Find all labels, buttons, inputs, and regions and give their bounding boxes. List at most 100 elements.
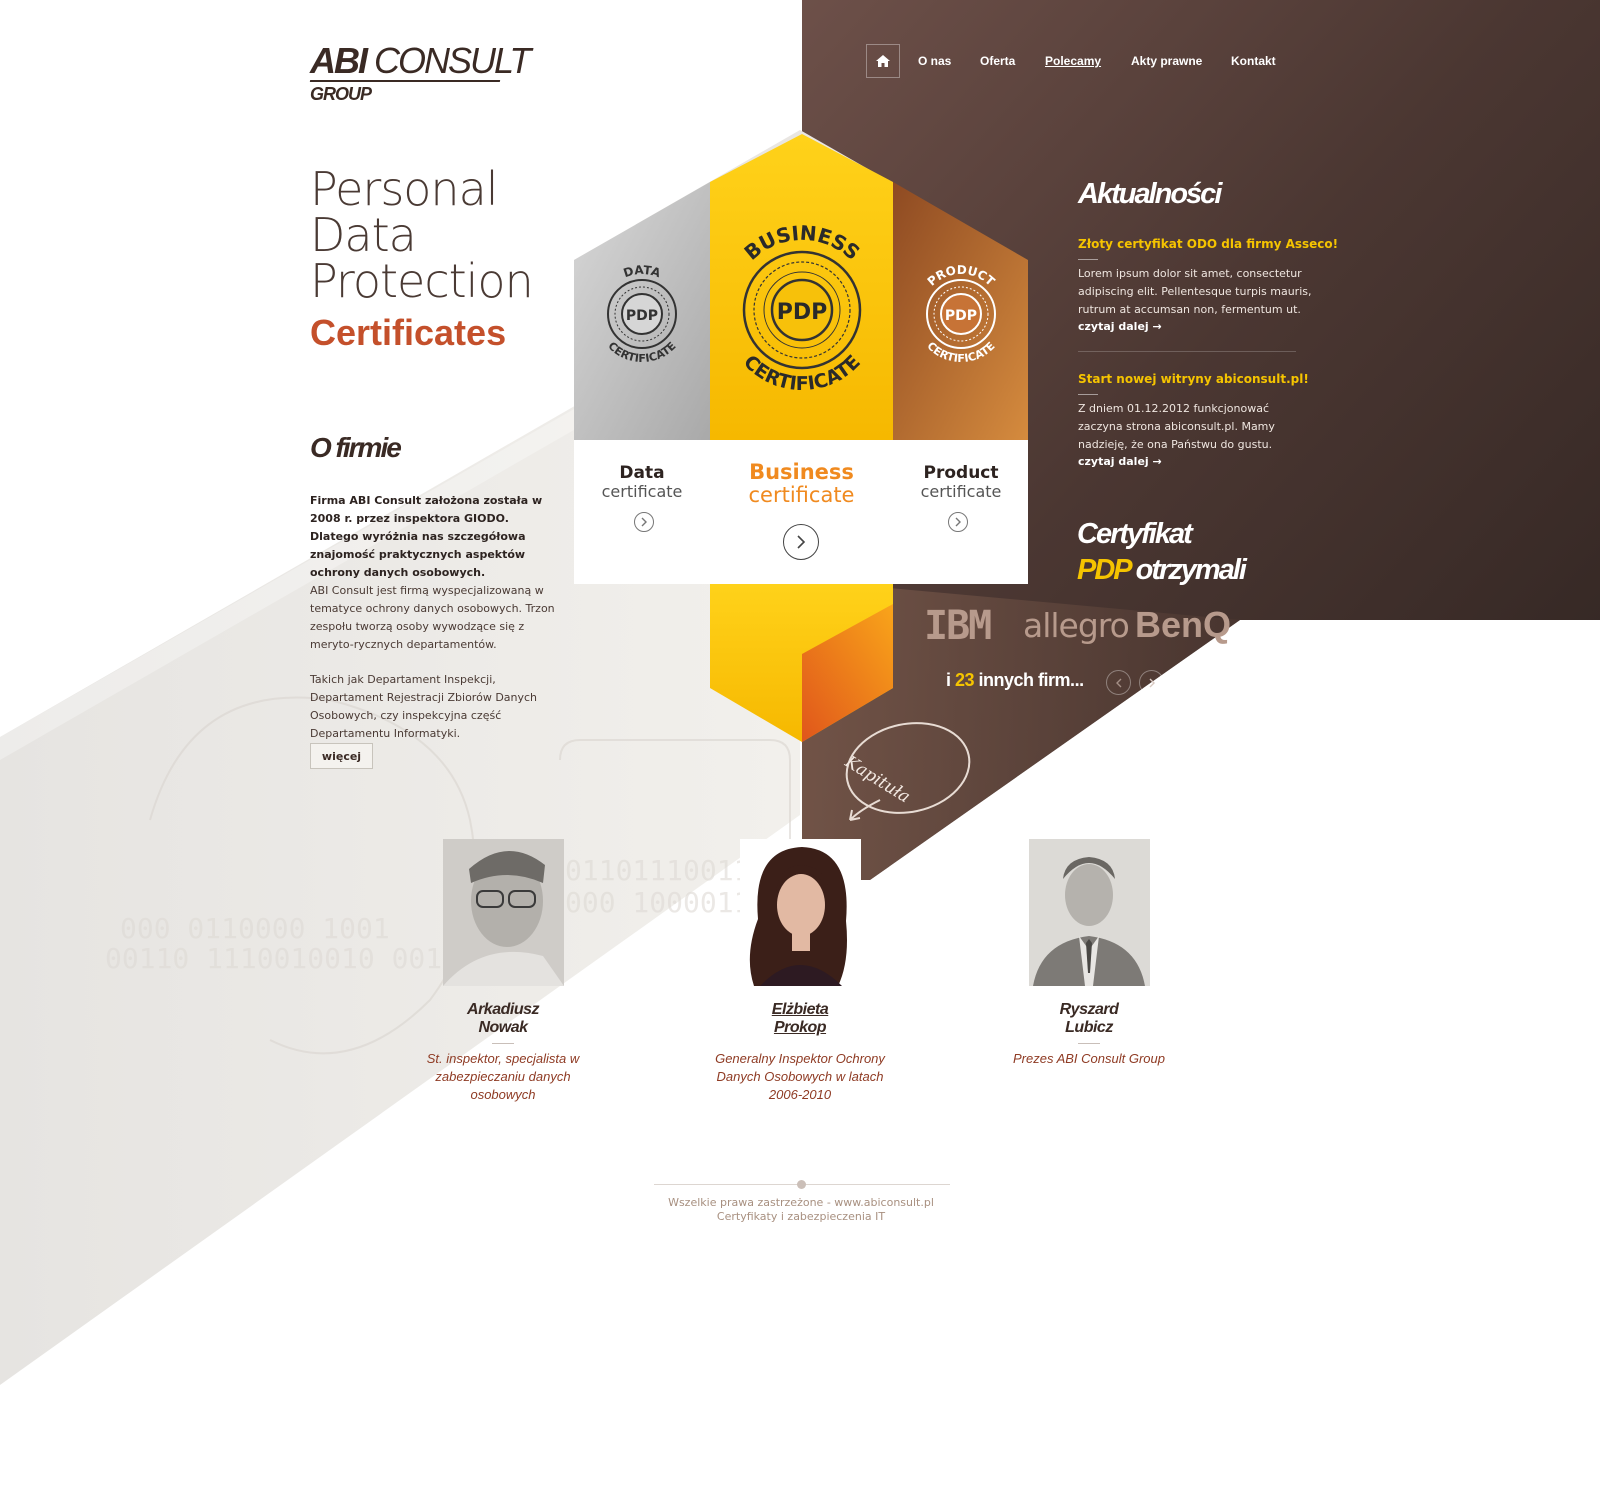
news-item-2-title[interactable]: Start nowej witryny abiconsult.pl! xyxy=(1078,372,1309,386)
person-last-name: Lubicz xyxy=(1065,1019,1113,1036)
news-item-1-title[interactable]: Złoty certyfikat ODO dla firmy Asseco! xyxy=(1078,237,1338,251)
product-seal-icon: PRODUCT PDP CERTIFICATE xyxy=(924,263,998,365)
person-first-name: Arkadiusz xyxy=(467,1001,539,1018)
card-business-sub: certificate xyxy=(748,483,855,507)
portrait-image xyxy=(740,839,861,986)
more-firms-prefix: i xyxy=(946,670,956,690)
business-seal-mid: PDP xyxy=(777,300,828,325)
card-product-arrow-button[interactable] xyxy=(948,512,968,532)
logo-subtitle: GROUP xyxy=(310,84,372,104)
business-seal-top: BUSINESS xyxy=(739,221,864,265)
news-item-2-body: Z dniem 01.12.2012 funkcjonować zaczyna … xyxy=(1078,402,1275,451)
news-item-1-body: Lorem ipsum dolor sit amet, consectetur … xyxy=(1078,267,1312,316)
card-business[interactable]: Business certificate xyxy=(710,460,893,506)
portrait-image xyxy=(1029,839,1150,986)
svg-text:CERTIFICATE: CERTIFICATE xyxy=(605,339,678,365)
logo-bold: ABI xyxy=(310,40,368,81)
hero-title: Personal Data Protection xyxy=(310,162,534,308)
hero-line-3: Protection xyxy=(310,254,534,308)
card-data-arrow-button[interactable] xyxy=(634,512,654,532)
card-product-sub: certificate xyxy=(920,482,1002,501)
svg-text:01101110011: 01101110011 xyxy=(565,854,750,887)
card-data-name: Data xyxy=(619,463,665,483)
certified-accent: PDP xyxy=(1077,554,1132,586)
person-name-elzbieta[interactable]: Elżbieta Prokop xyxy=(700,1001,900,1037)
card-data[interactable]: Data certificate xyxy=(574,463,710,501)
more-firms-suffix: innych firm... xyxy=(974,670,1085,690)
person-name-ryszard: Ryszard Lubicz xyxy=(989,1001,1189,1037)
logo-underline xyxy=(309,80,501,82)
certified-heading-line-1: Certyfikat xyxy=(1077,518,1193,550)
chevron-right-icon xyxy=(1149,678,1155,687)
person-photo-ryszard[interactable] xyxy=(1029,839,1150,986)
product-seal-mid: PDP xyxy=(945,308,977,324)
svg-text:BUSINESS: BUSINESS xyxy=(739,221,864,265)
client-logo-benq[interactable]: BenQ xyxy=(1135,604,1231,646)
about-paragraph-2: ABI Consult jest firmą wyspecjalizowaną … xyxy=(310,584,555,651)
nav-item-kontakt[interactable]: Kontakt xyxy=(1231,54,1276,68)
more-firms-count: 23 xyxy=(955,670,975,690)
data-seal-top: DATA xyxy=(622,263,663,281)
person-last-name: Nowak xyxy=(478,1019,528,1036)
client-logo-allegro[interactable]: allegro xyxy=(1023,606,1130,645)
hero-accent: Certificates xyxy=(310,312,507,353)
client-logo-ibm[interactable]: IBM xyxy=(924,603,992,649)
person-first-name: Elżbieta xyxy=(771,1001,829,1018)
news-item-1-divider xyxy=(1078,259,1098,260)
news-item-2-divider xyxy=(1078,394,1098,395)
clients-prev-button[interactable] xyxy=(1106,670,1131,695)
data-seal-bottom: CERTIFICATE xyxy=(605,339,678,365)
person-photo-elzbieta[interactable] xyxy=(740,839,861,986)
data-seal-mid: PDP xyxy=(626,308,658,324)
person-photo-arkadiusz[interactable] xyxy=(443,839,564,986)
news-separator xyxy=(1078,351,1296,352)
nav-item-o-nas[interactable]: O nas xyxy=(918,54,951,68)
person-role-arkadiusz: St. inspektor, specjalista w zabezpiecza… xyxy=(426,1051,580,1102)
portrait-image xyxy=(443,839,564,986)
svg-text:PRODUCT: PRODUCT xyxy=(925,263,998,289)
chevron-right-icon xyxy=(955,517,961,527)
nav-item-oferta[interactable]: Oferta xyxy=(980,54,1015,68)
clients-next-button[interactable] xyxy=(1139,670,1164,695)
business-seal-icon: BUSINESS PDP CERTIFICATE xyxy=(739,221,865,395)
card-business-name: Business xyxy=(749,460,854,484)
about-paragraph-3: Takich jak Departament Inspekcji, Depart… xyxy=(310,673,538,740)
more-firms-text: i 23 innych firm... xyxy=(946,670,1084,691)
news-heading: Aktualności xyxy=(1078,178,1222,210)
home-button[interactable] xyxy=(866,44,900,78)
about-paragraph-1: Firma ABI Consult założona została w 200… xyxy=(310,494,543,579)
card-product[interactable]: Product certificate xyxy=(893,463,1029,501)
person-name-arkadiusz: Arkadiusz Nowak xyxy=(403,1001,603,1037)
about-heading: O firmie xyxy=(310,432,402,463)
more-button[interactable]: więcej xyxy=(310,743,373,769)
hero-line-2: Data xyxy=(310,208,417,262)
footer-copyright: Wszelkie prawa zastrzeżone - www.abicons… xyxy=(668,1196,934,1209)
person-role-elzbieta: Generalny Inspektor Ochrony Danych Osobo… xyxy=(715,1051,885,1102)
person-divider xyxy=(1078,1043,1100,1044)
logo-wordmark[interactable]: ABI CONSULT xyxy=(310,40,531,82)
svg-text:000 0110000 1001: 000 0110000 1001 xyxy=(120,912,390,945)
news-item-2-read-more[interactable]: czytaj dalej → xyxy=(1078,455,1162,468)
news-item-1-read-more[interactable]: czytaj dalej → xyxy=(1078,320,1162,333)
card-business-arrow-button[interactable] xyxy=(783,524,819,560)
person-last-name: Prokop xyxy=(773,1019,827,1036)
card-data-sub: certificate xyxy=(601,482,683,501)
chevron-left-icon xyxy=(1115,678,1121,687)
footer-tagline: Certyfikaty i zabezpieczenia IT xyxy=(716,1210,886,1223)
svg-text:CERTIFICATE: CERTIFICATE xyxy=(924,339,997,365)
person-first-name: Ryszard xyxy=(1059,1001,1119,1018)
certified-rest: otrzymali xyxy=(1129,554,1247,586)
nav-item-polecamy[interactable]: Polecamy xyxy=(1045,54,1101,68)
chevron-right-icon xyxy=(797,535,806,549)
card-product-name: Product xyxy=(923,463,999,483)
nav-item-akty-prawne[interactable]: Akty prawne xyxy=(1131,54,1202,68)
svg-text:DATA: DATA xyxy=(622,263,663,281)
logo-light: CONSULT xyxy=(366,40,531,81)
product-seal-bottom: CERTIFICATE xyxy=(924,339,997,365)
chevron-right-icon xyxy=(641,517,647,527)
hero-line-1: Personal xyxy=(310,162,499,216)
person-role-ryszard: Prezes ABI Consult Group xyxy=(1013,1051,1165,1066)
person-divider xyxy=(492,1043,514,1044)
home-icon xyxy=(876,55,890,67)
certified-heading-line-2: PDP otrzymali xyxy=(1077,552,1247,588)
